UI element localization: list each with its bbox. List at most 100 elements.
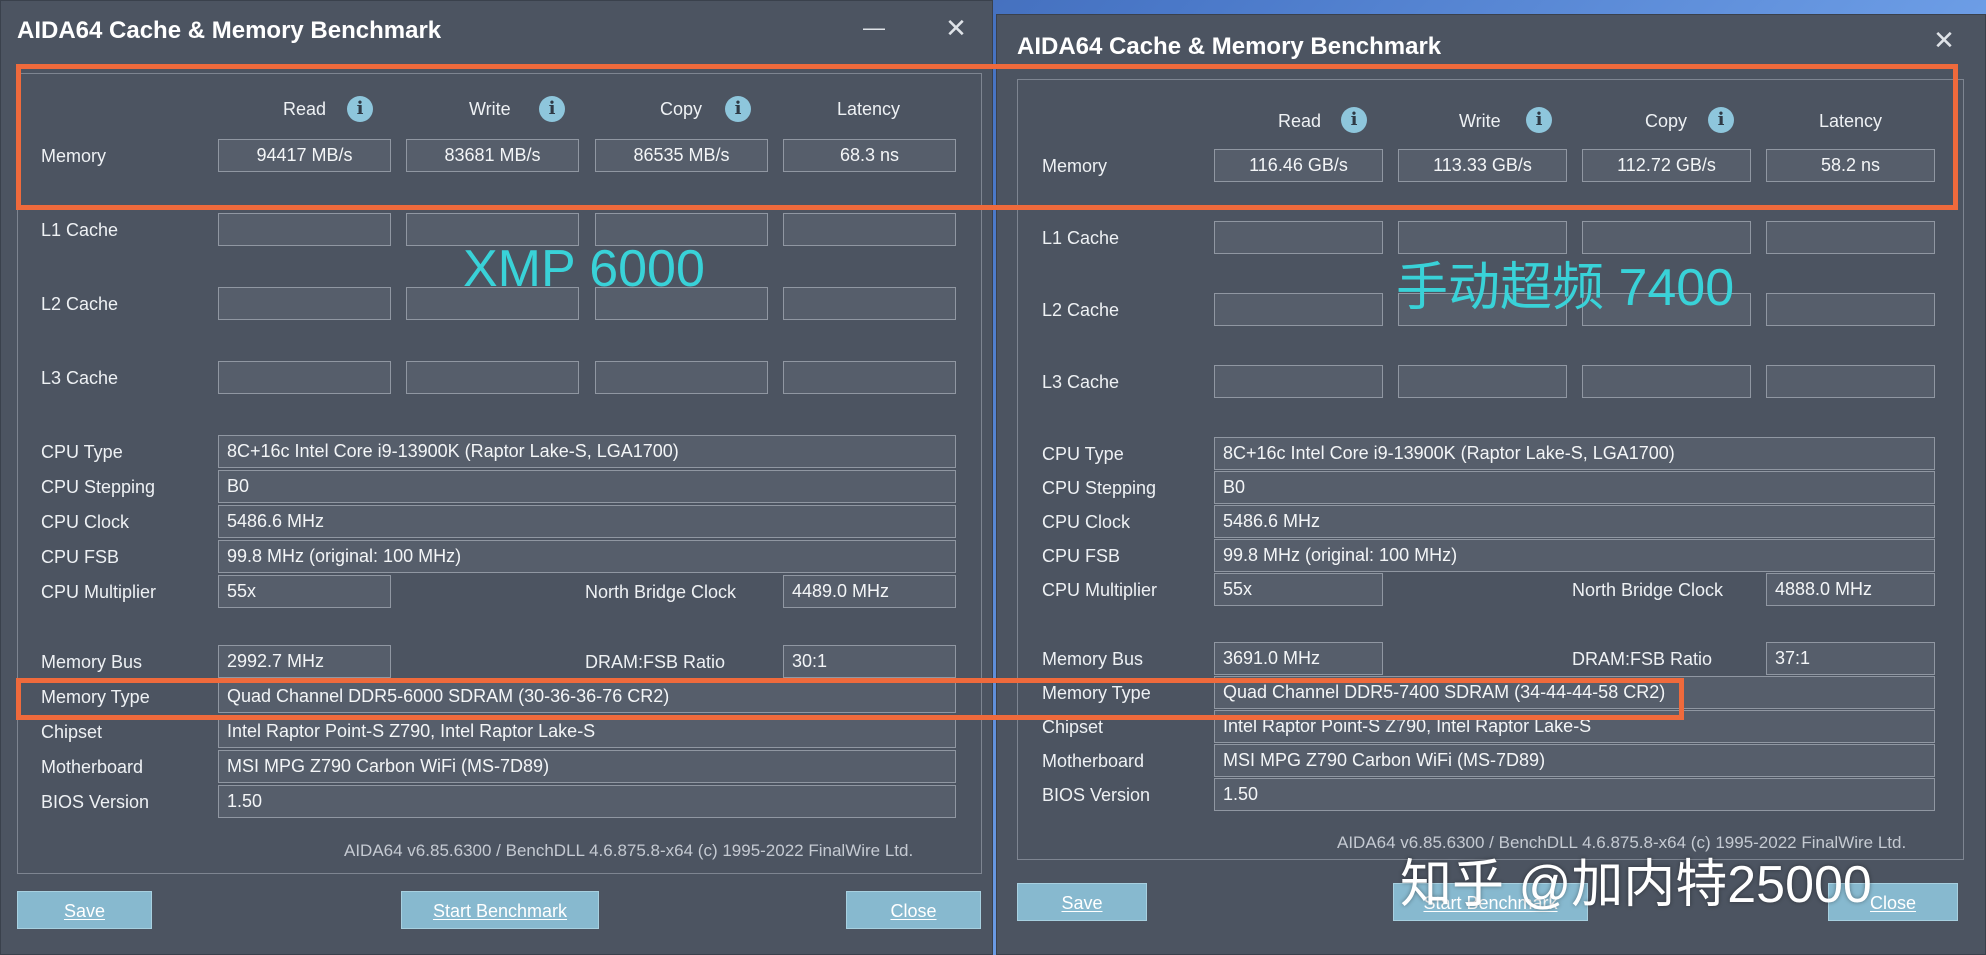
header-latency: Latency	[837, 99, 901, 119]
header-write: Write	[469, 99, 511, 119]
l3-cache-label: L3 Cache	[41, 368, 119, 388]
cpu-multiplier-label: CPU Multiplier	[1042, 580, 1158, 600]
l3-write-value	[1398, 365, 1567, 398]
cpu-type-label: CPU Type	[1042, 444, 1124, 464]
header-read: Read	[1278, 111, 1322, 131]
l3-write-value	[406, 361, 579, 394]
memory-copy-value: 86535 MB/s	[595, 139, 768, 172]
memory-bus-label: Memory Bus	[1042, 649, 1144, 669]
header-write: Write	[1459, 111, 1501, 131]
cpu-clock-label: CPU Clock	[1042, 512, 1131, 532]
memory-label: Memory	[1042, 156, 1108, 176]
memory-latency-value: 58.2 ns	[1766, 149, 1935, 182]
cpu-stepping-value: B0	[218, 470, 956, 503]
l1-cache-label: L1 Cache	[41, 220, 119, 240]
motherboard-label: Motherboard	[41, 757, 144, 777]
l2-latency-value	[1766, 293, 1935, 326]
motherboard-label: Motherboard	[1042, 751, 1145, 771]
l3-latency-value	[783, 361, 956, 394]
l2-latency-value	[783, 287, 956, 320]
title-bar[interactable]: AIDA64 Cache & Memory Benchmark ✕	[997, 15, 1985, 75]
cpu-clock-value: 5486.6 MHz	[1214, 505, 1935, 538]
l1-cache-label: L1 Cache	[1042, 228, 1120, 248]
cpu-stepping-value: B0	[1214, 471, 1935, 504]
l2-read-value	[1214, 293, 1383, 326]
l1-latency-value	[783, 213, 956, 246]
l3-latency-value	[1766, 365, 1935, 398]
read-info-icon[interactable]: i	[347, 96, 373, 122]
memory-copy-value: 112.72 GB/s	[1582, 149, 1751, 182]
cpu-multiplier-value: 55x	[218, 575, 391, 608]
watermark: 知乎 @加内特25000	[1400, 856, 1872, 914]
north-bridge-clock-value: 4489.0 MHz	[783, 575, 956, 608]
motherboard-value: MSI MPG Z790 Carbon WiFi (MS-7D89)	[218, 750, 956, 783]
cpu-fsb-label: CPU FSB	[41, 547, 120, 567]
memory-bus-value: 2992.7 MHz	[218, 645, 391, 678]
l2-cache-label: L2 Cache	[1042, 300, 1120, 320]
benchmark-window-right: AIDA64 Cache & Memory Benchmark ✕ Read i…	[996, 14, 1986, 955]
memory-write-value: 83681 MB/s	[406, 139, 579, 172]
bios-version-value: 1.50	[218, 785, 956, 818]
minimize-icon[interactable]: —	[859, 15, 889, 45]
save-button[interactable]: Save	[17, 891, 152, 929]
close-icon[interactable]: ✕	[1927, 23, 1961, 57]
write-info-icon[interactable]: i	[539, 96, 565, 122]
cpu-fsb-label: CPU FSB	[1042, 546, 1121, 566]
memory-label: Memory	[41, 146, 107, 166]
bios-version-value: 1.50	[1214, 778, 1935, 811]
copy-info-icon[interactable]: i	[1708, 107, 1734, 133]
dram-fsb-ratio-label: DRAM:FSB Ratio	[585, 652, 726, 672]
close-button[interactable]: Close	[846, 891, 981, 929]
save-button[interactable]: Save	[1017, 883, 1147, 921]
write-info-icon[interactable]: i	[1526, 107, 1552, 133]
header-copy: Copy	[1645, 111, 1688, 131]
chipset-label: Chipset	[41, 722, 103, 742]
start-benchmark-button[interactable]: Start Benchmark	[401, 891, 599, 929]
l1-read-value	[218, 213, 391, 246]
read-info-icon[interactable]: i	[1341, 107, 1367, 133]
memory-latency-value: 68.3 ns	[783, 139, 956, 172]
l3-read-value	[1214, 365, 1383, 398]
memory-read-value: 116.46 GB/s	[1214, 149, 1383, 182]
chipset-value: Intel Raptor Point-S Z790, Intel Raptor …	[1214, 710, 1935, 743]
l1-latency-value	[1766, 221, 1935, 254]
dram-fsb-ratio-value: 37:1	[1766, 642, 1935, 675]
xmp-overlay-label: XMP 6000	[463, 240, 705, 298]
cpu-type-label: CPU Type	[41, 442, 123, 462]
copy-info-icon[interactable]: i	[725, 96, 751, 122]
l2-cache-label: L2 Cache	[41, 294, 119, 314]
bios-version-label: BIOS Version	[41, 792, 150, 812]
cpu-fsb-value: 99.8 MHz (original: 100 MHz)	[218, 540, 956, 573]
north-bridge-clock-label: North Bridge Clock	[585, 582, 737, 602]
window-title: AIDA64 Cache & Memory Benchmark	[1017, 33, 1442, 60]
overclock-overlay-label: 手动超频 7400	[1396, 259, 1735, 317]
header-latency: Latency	[1819, 111, 1883, 131]
dram-fsb-ratio-value: 30:1	[783, 645, 956, 678]
close-icon[interactable]: ✕	[939, 11, 973, 45]
north-bridge-clock-label: North Bridge Clock	[1572, 580, 1724, 600]
memory-type-label: Memory Type	[41, 687, 150, 707]
l2-read-value	[218, 287, 391, 320]
cpu-fsb-value: 99.8 MHz (original: 100 MHz)	[1214, 539, 1935, 572]
chipset-value: Intel Raptor Point-S Z790, Intel Raptor …	[218, 715, 956, 748]
l1-read-value	[1214, 221, 1383, 254]
cpu-multiplier-label: CPU Multiplier	[41, 582, 157, 602]
cpu-type-value: 8C+16c Intel Core i9-13900K (Raptor Lake…	[218, 435, 956, 468]
memory-bus-label: Memory Bus	[41, 652, 143, 672]
cpu-clock-label: CPU Clock	[41, 512, 130, 532]
memory-type-value: Quad Channel DDR5-6000 SDRAM (30-36-36-7…	[218, 680, 956, 713]
motherboard-value: MSI MPG Z790 Carbon WiFi (MS-7D89)	[1214, 744, 1935, 777]
title-bar[interactable]: AIDA64 Cache & Memory Benchmark — ✕	[1, 1, 992, 61]
cpu-multiplier-value: 55x	[1214, 573, 1383, 606]
memory-read-value: 94417 MB/s	[218, 139, 391, 172]
memory-type-value: Quad Channel DDR5-7400 SDRAM (34-44-44-5…	[1214, 676, 1935, 709]
window-title: AIDA64 Cache & Memory Benchmark	[17, 17, 442, 44]
header-read: Read	[283, 99, 327, 119]
cpu-stepping-label: CPU Stepping	[1042, 478, 1157, 498]
bios-version-label: BIOS Version	[1042, 785, 1151, 805]
l3-copy-value	[595, 361, 768, 394]
l3-read-value	[218, 361, 391, 394]
chipset-label: Chipset	[1042, 717, 1104, 737]
memory-bus-value: 3691.0 MHz	[1214, 642, 1383, 675]
l3-copy-value	[1582, 365, 1751, 398]
